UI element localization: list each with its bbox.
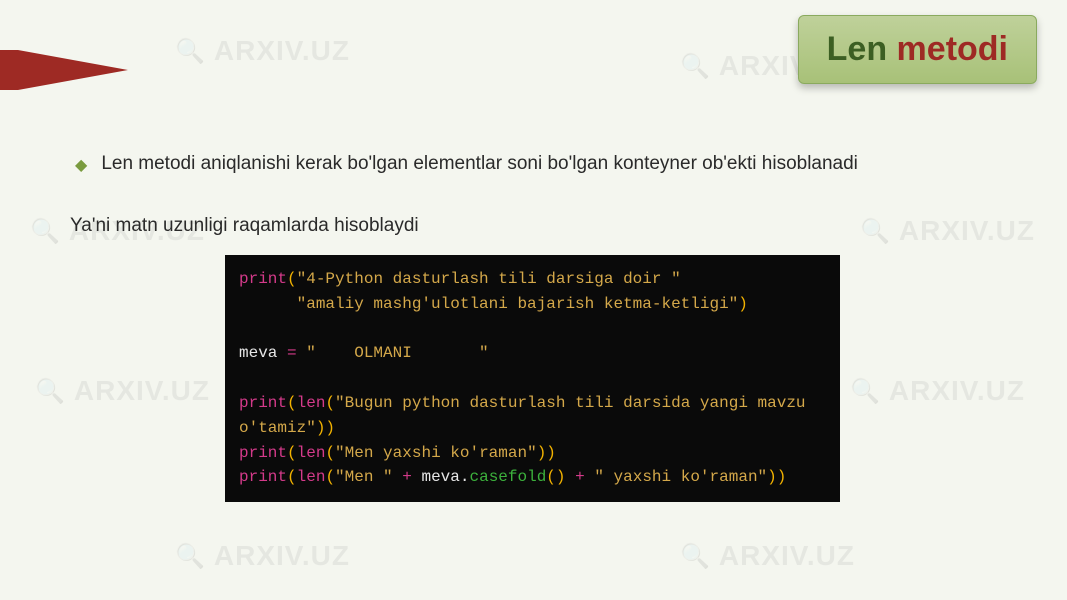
accent-arrow (18, 50, 128, 90)
bullet-text: Len metodi aniqlanishi kerak bo'lgan ele… (101, 150, 858, 179)
watermark: 🔍ARXIV.UZ (850, 375, 1025, 407)
code-line-4b: o'tamiz")) (239, 416, 826, 441)
title-word1: Len (827, 30, 887, 68)
title-word2: metodi (897, 30, 1008, 68)
bullet-section: ◆ Len metodi aniqlanishi kerak bo'lgan e… (75, 150, 975, 179)
title-badge: Len metodi (798, 15, 1037, 84)
watermark: 🔍ARXIV.UZ (35, 375, 210, 407)
code-line-6: print(len("Men " + meva.casefold() + " y… (239, 465, 826, 490)
watermark: 🔍ARXIV.UZ (175, 35, 350, 67)
code-block: print("4-Python dasturlash tili darsiga … (225, 255, 840, 502)
code-blank (239, 317, 826, 342)
code-blank (239, 366, 826, 391)
watermark: 🔍ARXIV.UZ (680, 540, 855, 572)
code-line-5: print(len("Men yaxshi ko'raman")) (239, 441, 826, 466)
accent-bar (0, 50, 18, 90)
watermark: 🔍ARXIV.UZ (860, 215, 1035, 247)
bullet-marker-icon: ◆ (75, 154, 87, 178)
subtext: Ya'ni matn uzunligi raqamlarda hisoblayd… (70, 215, 419, 237)
code-line-3: meva = " OLMANI " (239, 341, 826, 366)
code-line-2: "amaliy mashg'ulotlani bajarish ketma-ke… (239, 292, 826, 317)
bullet-item: ◆ Len metodi aniqlanishi kerak bo'lgan e… (75, 150, 975, 179)
watermark: 🔍ARXIV.UZ (175, 540, 350, 572)
code-line-4a: print(len("Bugun python dasturlash tili … (239, 391, 826, 416)
code-line-1: print("4-Python dasturlash tili darsiga … (239, 267, 826, 292)
